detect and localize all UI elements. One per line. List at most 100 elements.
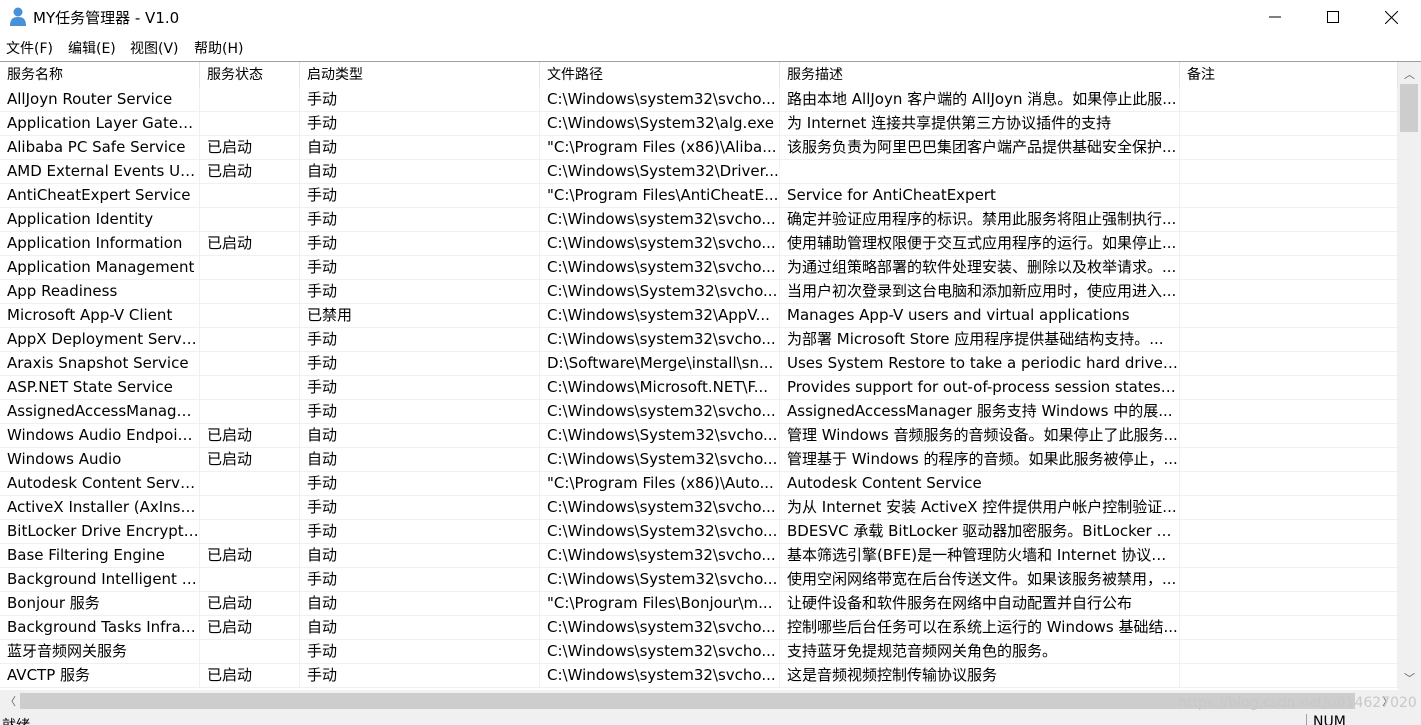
table-row[interactable]: AssignedAccessManage... 手动 C:\Windows\syst… <box>0 400 1398 424</box>
maximize-icon <box>1327 11 1339 23</box>
cell-service-description: BDESVC 承载 BitLocker 驱动器加密服务。BitLocker 驱.… <box>780 520 1180 544</box>
cell-startup-type: 已禁用 <box>300 304 540 328</box>
cell-startup-type: 手动 <box>300 640 540 664</box>
cell-startup-type: 自动 <box>300 160 540 184</box>
cell-service-name: AVCTP 服务 <box>0 664 200 688</box>
table-row[interactable]: App Readiness 手动 C:\Windows\System32\svcho… <box>0 280 1398 304</box>
table-row[interactable]: AppX Deployment Servi... 手动 C:\Windows\sys… <box>0 328 1398 352</box>
cell-notes <box>1180 160 1398 184</box>
cell-startup-type: 手动 <box>300 400 540 424</box>
column-header-notes[interactable]: 备注 <box>1180 62 1398 88</box>
scroll-up-icon[interactable]: ︿ <box>1404 66 1415 82</box>
table-row[interactable]: AllJoyn Router Service 手动 C:\Windows\syste… <box>0 88 1398 112</box>
table-row[interactable]: ASP.NET State Service 手动 C:\Windows\Micros… <box>0 376 1398 400</box>
cell-startup-type: 手动 <box>300 496 540 520</box>
cell-service-status <box>200 472 300 496</box>
cell-notes <box>1180 376 1398 400</box>
cell-service-status <box>200 352 300 376</box>
cell-startup-type: 手动 <box>300 256 540 280</box>
cell-service-status <box>200 208 300 232</box>
table-row[interactable]: Araxis Snapshot Service 手动 D:\Software\Mer… <box>0 352 1398 376</box>
menu-bar: 文件(F) 编辑(E) 视图(V) 帮助(H) <box>0 37 1421 59</box>
column-header-service-description[interactable]: 服务描述 <box>780 62 1180 88</box>
cell-file-path: C:\Windows\system32\svcho... <box>540 496 780 520</box>
horizontal-scroll-thumb[interactable] <box>20 693 1355 709</box>
minimize-icon <box>1269 16 1281 18</box>
cell-service-description: 支持蓝牙免提规范音频网关角色的服务。 <box>780 640 1180 664</box>
column-header-service-name[interactable]: 服务名称 <box>0 62 200 88</box>
cell-startup-type: 自动 <box>300 592 540 616</box>
cell-startup-type: 自动 <box>300 616 540 640</box>
cell-service-status <box>200 112 300 136</box>
table-row[interactable]: AMD External Events Util... 已启动 自动 C:\Windo… <box>0 160 1398 184</box>
cell-notes <box>1180 592 1398 616</box>
cell-file-path: C:\Windows\System32\svcho... <box>540 568 780 592</box>
scroll-down-icon[interactable]: ﹀ <box>1404 670 1415 686</box>
scroll-left-icon[interactable]: 〈 <box>5 693 16 709</box>
table-row[interactable]: ActiveX Installer (AxInstS... 手动 C:\Window… <box>0 496 1398 520</box>
cell-service-description: 为部署 Microsoft Store 应用程序提供基础结构支持。... <box>780 328 1180 352</box>
column-header-service-status[interactable]: 服务状态 <box>200 62 300 88</box>
table-row[interactable]: AntiCheatExpert Service 手动 "C:\Program Fil… <box>0 184 1398 208</box>
cell-service-name: Microsoft App-V Client <box>0 304 200 328</box>
cell-service-description: 为从 Internet 安装 ActiveX 控件提供用户帐户控制验证... <box>780 496 1180 520</box>
cell-service-status: 已启动 <box>200 424 300 448</box>
cell-notes <box>1180 136 1398 160</box>
cell-service-status <box>200 376 300 400</box>
cell-service-name: Autodesk Content Service <box>0 472 200 496</box>
cell-file-path: "C:\Program Files (x86)\Aliba... <box>540 136 780 160</box>
cell-notes <box>1180 544 1398 568</box>
table-row[interactable]: Application Layer Gatew... 手动 C:\Windows\S… <box>0 112 1398 136</box>
table-row[interactable]: 蓝牙音频网关服务 手动 C:\Windows\system32\svcho... 支持… <box>0 640 1398 664</box>
cell-startup-type: 手动 <box>300 280 540 304</box>
cell-notes <box>1180 304 1398 328</box>
cell-file-path: C:\Windows\System32\svcho... <box>540 424 780 448</box>
vertical-scrollbar[interactable]: ︿ ﹀ <box>1398 62 1421 690</box>
table-row[interactable]: Windows Audio Endpoin... 已启动 自动 C:\Windows\… <box>0 424 1398 448</box>
table-row[interactable]: Application Information 已启动 手动 C:\Windows\s… <box>0 232 1398 256</box>
cell-service-status: 已启动 <box>200 160 300 184</box>
table-row[interactable]: Windows Audio 已启动 自动 C:\Windows\System32\sv… <box>0 448 1398 472</box>
cell-service-name: Windows Audio Endpoin... <box>0 424 200 448</box>
close-button[interactable] <box>1362 0 1420 34</box>
table-row[interactable]: Alibaba PC Safe Service 已启动 自动 "C:\Program … <box>0 136 1398 160</box>
cell-file-path: C:\Windows\system32\svcho... <box>540 664 780 688</box>
table-row[interactable]: Base Filtering Engine 已启动 自动 C:\Windows\sys… <box>0 544 1398 568</box>
cell-file-path: C:\Windows\system32\svcho... <box>540 208 780 232</box>
cell-file-path: C:\Windows\system32\svcho... <box>540 328 780 352</box>
cell-service-description <box>780 160 1180 184</box>
cell-service-description: 为通过组策略部署的软件处理安装、删除以及枚举请求。... <box>780 256 1180 280</box>
window-title: MY任务管理器 - V1.0 <box>33 9 180 27</box>
cell-service-description: Provides support for out-of-process sess… <box>780 376 1180 400</box>
table-row[interactable]: Bonjour 服务 已启动 自动 "C:\Program Files\Bonjour… <box>0 592 1398 616</box>
cell-service-name: AntiCheatExpert Service <box>0 184 200 208</box>
cell-service-status: 已启动 <box>200 664 300 688</box>
title-bar: MY任务管理器 - V1.0 <box>0 0 1421 34</box>
table-row[interactable]: Background Intelligent T... 手动 C:\Windows\… <box>0 568 1398 592</box>
table-row[interactable]: BitLocker Drive Encrypti... 手动 C:\Windows\… <box>0 520 1398 544</box>
cell-startup-type: 手动 <box>300 184 540 208</box>
menu-help[interactable]: 帮助(H) <box>194 38 243 58</box>
cell-startup-type: 手动 <box>300 88 540 112</box>
vertical-scroll-thumb[interactable] <box>1400 84 1418 132</box>
table-row[interactable]: Background Tasks Infrast... 已启动 自动 C:\Windo… <box>0 616 1398 640</box>
cell-notes <box>1180 664 1398 688</box>
cell-startup-type: 手动 <box>300 520 540 544</box>
cell-file-path: "C:\Program Files (x86)\Auto... <box>540 472 780 496</box>
table-row[interactable]: Application Identity 手动 C:\Windows\system3… <box>0 208 1398 232</box>
cell-service-description: 管理 Windows 音频服务的音频设备。如果停止了此服务... <box>780 424 1180 448</box>
table-row[interactable]: Autodesk Content Service 手动 "C:\Program Fi… <box>0 472 1398 496</box>
service-list[interactable]: 服务名称 服务状态 启动类型 文件路径 服务描述 备注 AllJoyn Rout… <box>0 61 1421 712</box>
minimize-button[interactable] <box>1246 0 1304 34</box>
table-row[interactable]: Microsoft App-V Client 已禁用 C:\Windows\syst… <box>0 304 1398 328</box>
maximize-button[interactable] <box>1304 0 1362 34</box>
table-row[interactable]: AVCTP 服务 已启动 手动 C:\Windows\system32\svcho..… <box>0 664 1398 688</box>
menu-edit[interactable]: 编辑(E) <box>68 38 116 58</box>
menu-file[interactable]: 文件(F) <box>6 38 53 58</box>
column-header-file-path[interactable]: 文件路径 <box>540 62 780 88</box>
menu-view[interactable]: 视图(V) <box>130 38 179 58</box>
column-header-startup-type[interactable]: 启动类型 <box>300 62 540 88</box>
table-row[interactable]: Application Management 手动 C:\Windows\syste… <box>0 256 1398 280</box>
cell-notes <box>1180 184 1398 208</box>
cell-service-name: Alibaba PC Safe Service <box>0 136 200 160</box>
